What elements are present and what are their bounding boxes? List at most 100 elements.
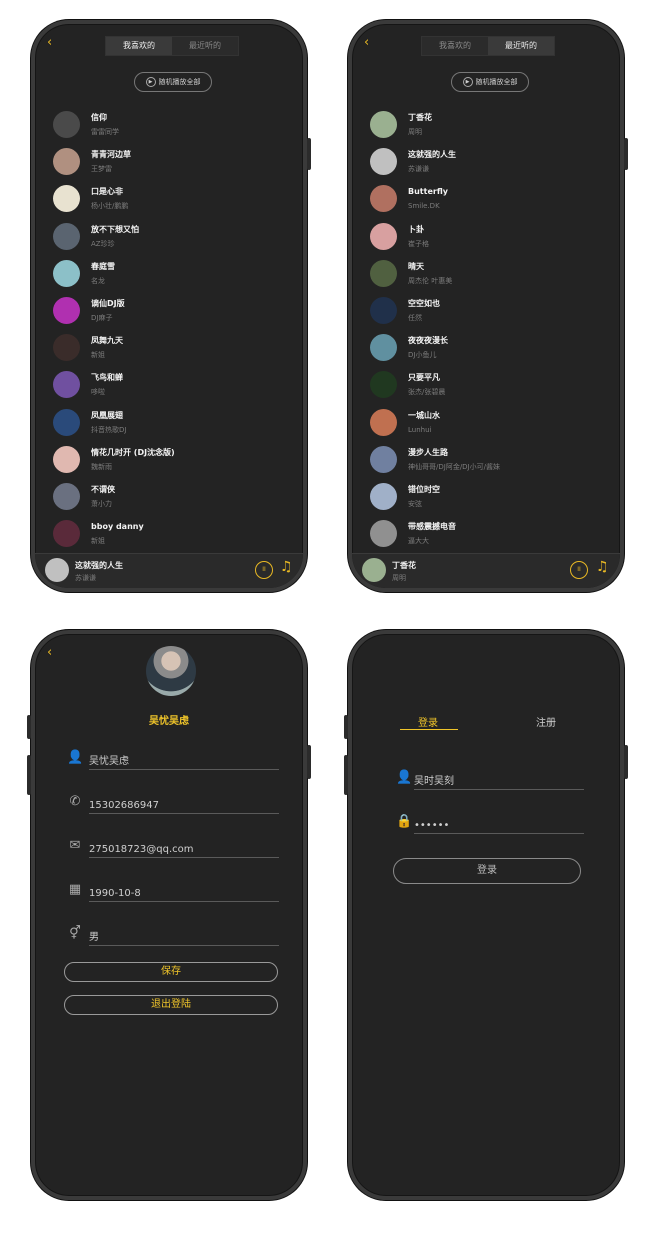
tab-recent[interactable]: 最近听的 — [172, 37, 238, 55]
tab-favorites[interactable]: 我喜欢的 — [106, 37, 172, 55]
song-item[interactable]: 带感震撼电音 逼大大 — [370, 515, 456, 552]
login-username-field[interactable]: 👤 吴时吴刻 — [396, 768, 584, 792]
song-item[interactable]: 漫步人生路 神仙哥哥/DJ阿金/DJ小可/酱妹 — [370, 441, 500, 478]
song-title: 丁香花 — [408, 113, 432, 122]
mail-icon: ✉ — [69, 838, 81, 853]
song-artist: AZ珍珍 — [91, 239, 115, 248]
song-artist: 崔子格 — [408, 239, 429, 248]
song-item[interactable]: 凤凰展翅 抖音热歌DJ — [53, 404, 126, 441]
playlist-icon[interactable]: ♫ — [280, 559, 293, 575]
song-cover — [53, 148, 80, 176]
song-item[interactable]: 飞鸟和蝉 哆啦 — [53, 366, 123, 403]
song-title: 晴天 — [408, 261, 424, 271]
calendar-icon: ▦ — [68, 882, 82, 897]
song-cover — [53, 483, 80, 510]
song-title: 漫步人生路 — [408, 447, 448, 457]
song-artist: 张杰/张碧晨 — [408, 388, 446, 397]
song-item[interactable]: 晴天 周杰伦 叶惠美 — [370, 255, 452, 292]
play-icon: ▶ — [145, 77, 156, 87]
login-submit-button[interactable]: 登录 — [393, 858, 581, 884]
song-item[interactable]: 空空如也 任然 — [370, 292, 440, 329]
phone-field[interactable]: ✆ 15302686947 — [67, 792, 279, 816]
username-field[interactable]: 👤 吴忧吴虑 — [67, 748, 279, 772]
song-cover — [370, 445, 397, 473]
password-value[interactable]: •••••• — [414, 820, 584, 834]
login-username-value[interactable]: 吴时吴刻 — [414, 772, 584, 790]
song-cover — [370, 185, 397, 213]
song-cover — [370, 408, 397, 436]
phone-icon: ✆ — [69, 794, 81, 809]
song-item[interactable]: bboy danny 新姐 — [53, 515, 144, 552]
song-item[interactable]: 放不下想又怕 AZ珍珍 — [53, 218, 139, 255]
song-item[interactable]: 春庭雪 名龙 — [53, 255, 115, 292]
song-item[interactable]: 丁香花 周明 — [370, 106, 432, 143]
birthday-value[interactable]: 1990-10-8 — [89, 888, 279, 902]
birthday-field[interactable]: ▦ 1990-10-8 — [67, 880, 279, 904]
email-value[interactable]: 275018723@qq.com — [89, 844, 279, 858]
shuffle-all-button[interactable]: ▶ 随机播放全部 — [134, 72, 212, 92]
song-item[interactable]: 错位时空 安弦 — [370, 478, 440, 515]
tab-switch: 我喜欢的 最近听的 — [421, 36, 555, 56]
tab-register[interactable]: 注册 — [536, 714, 556, 729]
song-item[interactable]: 口是心非 杨小壮/鹏鹏 — [53, 180, 128, 217]
song-artist: 苏谦谦 — [408, 165, 429, 174]
song-artist: 哆啦 — [91, 388, 105, 397]
song-item[interactable]: 谪仙DJ版 DJ麻子 — [53, 292, 125, 329]
song-item[interactable]: 凤舞九天 新姐 — [53, 329, 123, 366]
tab-login[interactable]: 登录 — [418, 714, 438, 729]
gender-field[interactable]: ⚥ 男 — [67, 924, 279, 948]
shuffle-label: 随机播放全部 — [475, 78, 518, 86]
password-field[interactable]: 🔒 •••••• — [396, 812, 584, 836]
playlist-icon[interactable]: ♫ — [596, 559, 609, 575]
avatar[interactable] — [146, 646, 196, 696]
song-title: 飞鸟和蝉 — [91, 373, 123, 383]
shuffle-all-button[interactable]: ▶ 随机播放全部 — [451, 72, 529, 92]
mini-player[interactable]: 丁香花 周明 II ♫ — [352, 553, 620, 588]
pause-icon[interactable]: II — [570, 561, 588, 579]
song-title: 情花几时开 (DJ沈念版) — [91, 447, 175, 457]
song-title: 凤凰展翅 — [91, 410, 123, 420]
player-artist: 周明 — [392, 574, 406, 582]
song-item[interactable]: Butterfly Smile.DK — [370, 180, 448, 217]
song-item[interactable]: 夜夜夜漫长 DJ小鱼儿 — [370, 329, 448, 366]
lock-icon: 🔒 — [396, 814, 413, 829]
back-icon[interactable]: ‹ — [47, 36, 61, 50]
phone-favorites: ‹ 我喜欢的 最近听的 ▶ 随机播放全部 信仰 雷雷同学 青青河边草 王梦雷 口是心非 杨小… — [31, 20, 307, 592]
tab-favorites[interactable]: 我喜欢的 — [422, 37, 488, 55]
mini-player[interactable]: 这就强的人生 苏谦谦 II ♫ — [35, 553, 303, 588]
username-value[interactable]: 吴忧吴虑 — [89, 752, 279, 770]
song-item[interactable]: 只要平凡 张杰/张碧晨 — [370, 366, 445, 403]
song-artist: Lunhui — [408, 425, 432, 434]
song-item[interactable]: 卜卦 崔子格 — [370, 218, 429, 255]
profile-name: 吴忧吴虑 — [149, 716, 189, 727]
song-item[interactable]: 这就强的人生 苏谦谦 — [370, 143, 456, 180]
gender-value[interactable]: 男 — [89, 928, 279, 946]
song-cover — [53, 222, 80, 250]
player-artist: 苏谦谦 — [75, 574, 96, 582]
song-item[interactable]: 不谓侠 萧小力 — [53, 478, 115, 515]
song-title: 错位时空 — [408, 485, 440, 494]
save-button[interactable]: 保存 — [64, 962, 278, 982]
pause-icon[interactable]: II — [255, 561, 273, 579]
song-cover — [370, 520, 397, 548]
song-artist: 任然 — [408, 314, 422, 322]
song-item[interactable]: 青青河边草 王梦雷 — [53, 143, 131, 180]
song-item[interactable]: 情花几时开 (DJ沈念版) 魏新雨 — [53, 441, 175, 478]
song-title: 卜卦 — [408, 224, 424, 234]
back-icon[interactable]: ‹ — [47, 646, 61, 660]
song-cover — [53, 520, 80, 548]
song-title: 春庭雪 — [91, 261, 115, 271]
song-artist: 名龙 — [91, 276, 105, 285]
song-title: Butterfly — [408, 187, 448, 197]
song-item[interactable]: 信仰 雷雷同学 — [53, 106, 119, 143]
back-icon[interactable]: ‹ — [364, 36, 378, 50]
song-cover — [53, 111, 80, 138]
phone-value[interactable]: 15302686947 — [89, 800, 279, 814]
song-title: 放不下想又怕 — [91, 224, 139, 234]
tab-recent[interactable]: 最近听的 — [488, 37, 554, 55]
song-cover — [53, 297, 80, 324]
email-field[interactable]: ✉ 275018723@qq.com — [67, 836, 279, 860]
song-item[interactable]: 一城山水 Lunhui — [370, 404, 440, 441]
song-artist: 萧小力 — [91, 500, 112, 508]
logout-button[interactable]: 退出登陆 — [64, 995, 278, 1015]
